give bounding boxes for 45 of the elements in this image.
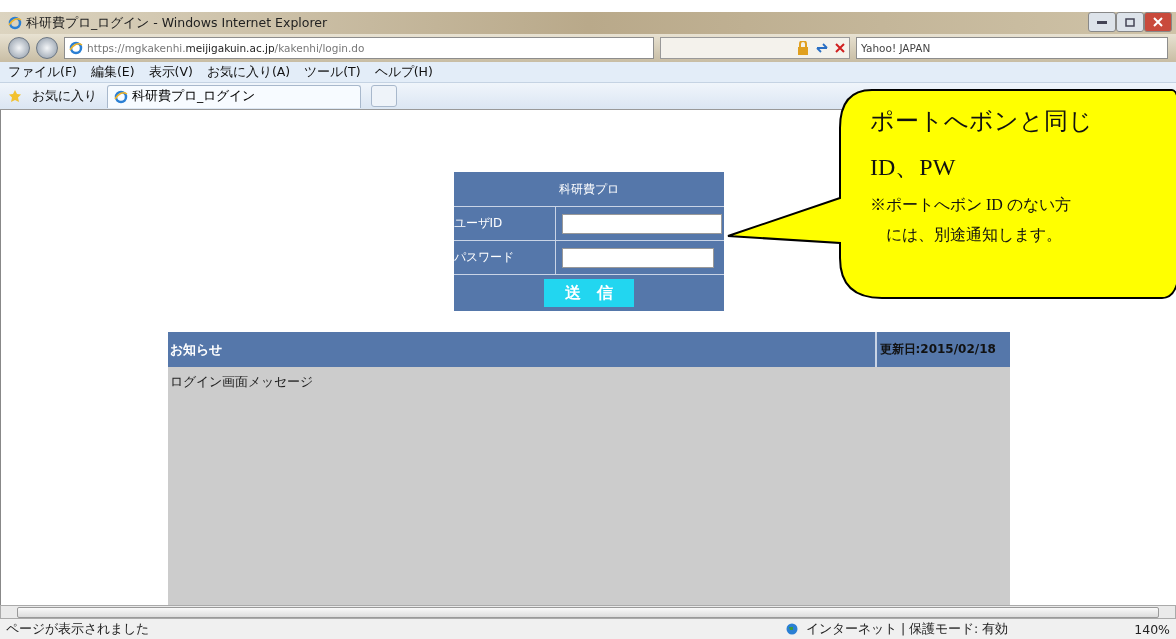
browser-icon [69, 41, 83, 55]
field-label: ユーザID [453, 207, 556, 240]
menu-item[interactable]: 表示(V) [148, 63, 193, 81]
lock-icon [797, 41, 809, 55]
maximize-button[interactable] [1116, 12, 1144, 32]
search-value: Yahoo! JAPAN [861, 42, 931, 54]
browser-icon [114, 89, 128, 104]
minimize-button[interactable] [1088, 12, 1116, 32]
security-zone: インターネット | 保護モード: 有効 [805, 620, 1009, 638]
update-date: 更新日:2015/02/18 [878, 341, 997, 358]
address-field[interactable]: https://mgkakenhi.meijigakuin.ac.jp/kakenhi/login.do [64, 37, 654, 59]
minimize-icon [1097, 20, 1107, 24]
favorites-button[interactable]: お気に入り [32, 87, 97, 105]
password-field[interactable] [561, 247, 714, 268]
browser-tab[interactable]: 科研費プロ_ログイン [107, 84, 361, 108]
window-title: 科研費プロ_ログイン - Windows Internet Explorer [26, 14, 328, 32]
close-icon [1153, 17, 1163, 27]
url-text: https://mgkakenhi.meijigakuin.ac.jp/kakenhi/login.do [87, 42, 365, 54]
callout-text: ポートへボンと同じ [870, 107, 1094, 136]
stop-icon[interactable] [835, 43, 845, 53]
star-icon[interactable] [8, 89, 22, 103]
user-id-field[interactable] [561, 213, 722, 234]
notice-message: ログイン画面メッセージ [169, 374, 313, 389]
login-title: 科研費プロ [453, 172, 724, 207]
back-button[interactable] [8, 37, 30, 59]
refresh-icon[interactable] [815, 42, 829, 54]
horizontal-scrollbar[interactable] [0, 605, 1176, 619]
close-button[interactable] [1144, 12, 1172, 32]
callout-note: ※ポートへボン ID のない方 [870, 194, 1072, 215]
callout-text: ID、PW [870, 153, 957, 182]
menu-item[interactable]: ファイル(F) [8, 63, 77, 81]
globe-icon [785, 623, 798, 635]
browser-icon [8, 16, 22, 30]
menu-item[interactable]: ヘルプ(H) [374, 63, 433, 81]
field-label: パスワード [453, 241, 556, 274]
maximize-icon [1125, 17, 1135, 27]
menu-item[interactable]: お気に入り(A) [206, 63, 291, 81]
forward-button[interactable] [36, 37, 58, 59]
menu-item[interactable]: 編集(E) [90, 63, 135, 81]
scroll-thumb[interactable] [17, 606, 1159, 618]
menu-item[interactable]: ツール(T) [304, 63, 361, 81]
status-text: ページが表示されました [6, 620, 149, 638]
search-field[interactable]: Yahoo! JAPAN [856, 37, 1168, 59]
zoom-level[interactable]: 140% [1134, 621, 1170, 637]
callout-note: には、別途通知します。 [885, 224, 1063, 245]
